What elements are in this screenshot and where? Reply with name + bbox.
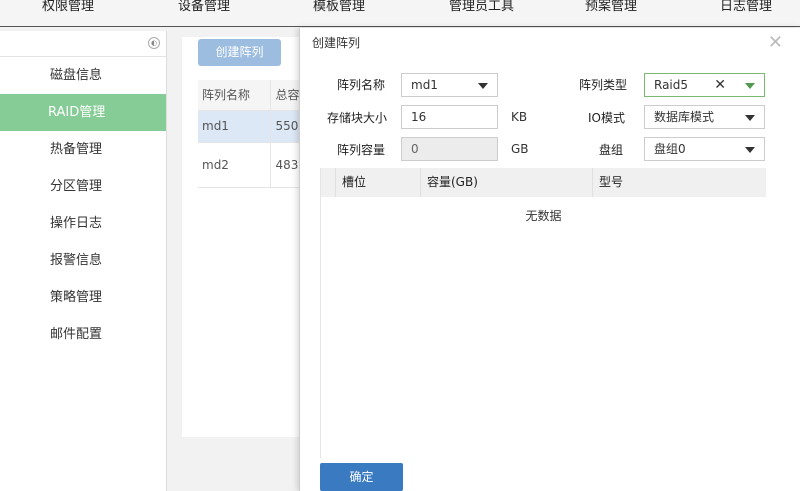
column-header: 槽位 bbox=[335, 168, 420, 197]
io-mode-select[interactable]: 数据库模式 bbox=[644, 105, 765, 129]
io-mode-label: IO模式 bbox=[588, 111, 625, 125]
nav-devices[interactable]: 设备管理 bbox=[178, 0, 230, 14]
array-name-label: 阵列名称 bbox=[337, 78, 386, 92]
array-name-value: md1 bbox=[411, 78, 438, 92]
sidebar: ◐ 磁盘信息 RAID管理 热备管理 分区管理 操作日志 报警信息 策略管理 邮… bbox=[0, 31, 167, 491]
chevron-down-icon bbox=[745, 115, 755, 121]
cell-name: md1 bbox=[198, 111, 272, 142]
sidebar-item-alarm[interactable]: 报警信息 bbox=[0, 242, 166, 279]
sidebar-item-raid[interactable]: RAID管理 bbox=[0, 94, 166, 131]
disk-group-label: 盘组 bbox=[599, 143, 624, 157]
chunk-size-unit: KB bbox=[511, 110, 528, 124]
capacity-input: 0 bbox=[401, 137, 498, 161]
disk-group-select[interactable]: 盘组0 bbox=[644, 137, 765, 161]
sidebar-item-mail[interactable]: 邮件配置 bbox=[0, 316, 166, 353]
dialog-title: 创建阵列 bbox=[312, 36, 361, 50]
confirm-button[interactable]: 确定 bbox=[320, 463, 403, 491]
sidebar-item-operation-log[interactable]: 操作日志 bbox=[0, 205, 166, 242]
close-icon[interactable]: ✕ bbox=[768, 32, 783, 53]
sidebar-item-policy[interactable]: 策略管理 bbox=[0, 279, 166, 316]
disk-grid: 槽位 容量(GB) 型号 无数据 bbox=[320, 168, 766, 458]
nav-templates[interactable]: 模板管理 bbox=[313, 0, 365, 14]
array-type-label: 阵列类型 bbox=[579, 78, 628, 92]
grid-empty-text: 无数据 bbox=[525, 209, 562, 223]
chunk-size-input[interactable]: 16 bbox=[401, 105, 498, 129]
sidebar-header: ◐ bbox=[0, 31, 166, 57]
column-header: 阵列名称 bbox=[198, 80, 272, 110]
sidebar-item-partition[interactable]: 分区管理 bbox=[0, 168, 166, 205]
cell-name: md2 bbox=[198, 143, 272, 187]
chevron-down-icon bbox=[745, 83, 755, 89]
nav-logs[interactable]: 日志管理 bbox=[720, 0, 772, 14]
grid-checkbox-column bbox=[321, 168, 335, 197]
create-array-dialog: 创建阵列 ✕ 阵列名称 md1 阵列类型 Raid5 ✕ 存储块大小 16 KB… bbox=[299, 28, 800, 491]
collapse-icon[interactable]: ◐ bbox=[148, 37, 160, 49]
array-type-select[interactable]: Raid5 ✕ bbox=[644, 73, 765, 97]
capacity-unit: GB bbox=[511, 142, 529, 156]
disk-group-value: 盘组0 bbox=[654, 142, 686, 156]
array-type-value: Raid5 bbox=[654, 78, 689, 92]
clear-icon[interactable]: ✕ bbox=[714, 74, 726, 96]
capacity-label: 阵列容量 bbox=[337, 143, 386, 157]
grid-header: 槽位 容量(GB) 型号 bbox=[321, 168, 766, 197]
column-header: 型号 bbox=[592, 168, 766, 197]
chevron-down-icon bbox=[745, 147, 755, 153]
chunk-size-label: 存储块大小 bbox=[327, 111, 388, 125]
sidebar-item-disk-info[interactable]: 磁盘信息 bbox=[0, 57, 166, 94]
nav-plans[interactable]: 预案管理 bbox=[585, 0, 637, 14]
io-mode-value: 数据库模式 bbox=[654, 110, 715, 124]
top-navigation: 权限管理 设备管理 模板管理 管理员工具 预案管理 日志管理 bbox=[0, 0, 800, 27]
create-array-button[interactable]: 创建阵列 bbox=[198, 39, 281, 66]
nav-permissions[interactable]: 权限管理 bbox=[42, 0, 94, 14]
nav-admin-tools[interactable]: 管理员工具 bbox=[449, 0, 514, 14]
chevron-down-icon bbox=[478, 83, 488, 89]
sidebar-item-hot-spare[interactable]: 热备管理 bbox=[0, 131, 166, 168]
array-name-select[interactable]: md1 bbox=[401, 73, 498, 97]
column-header: 容量(GB) bbox=[420, 168, 592, 197]
